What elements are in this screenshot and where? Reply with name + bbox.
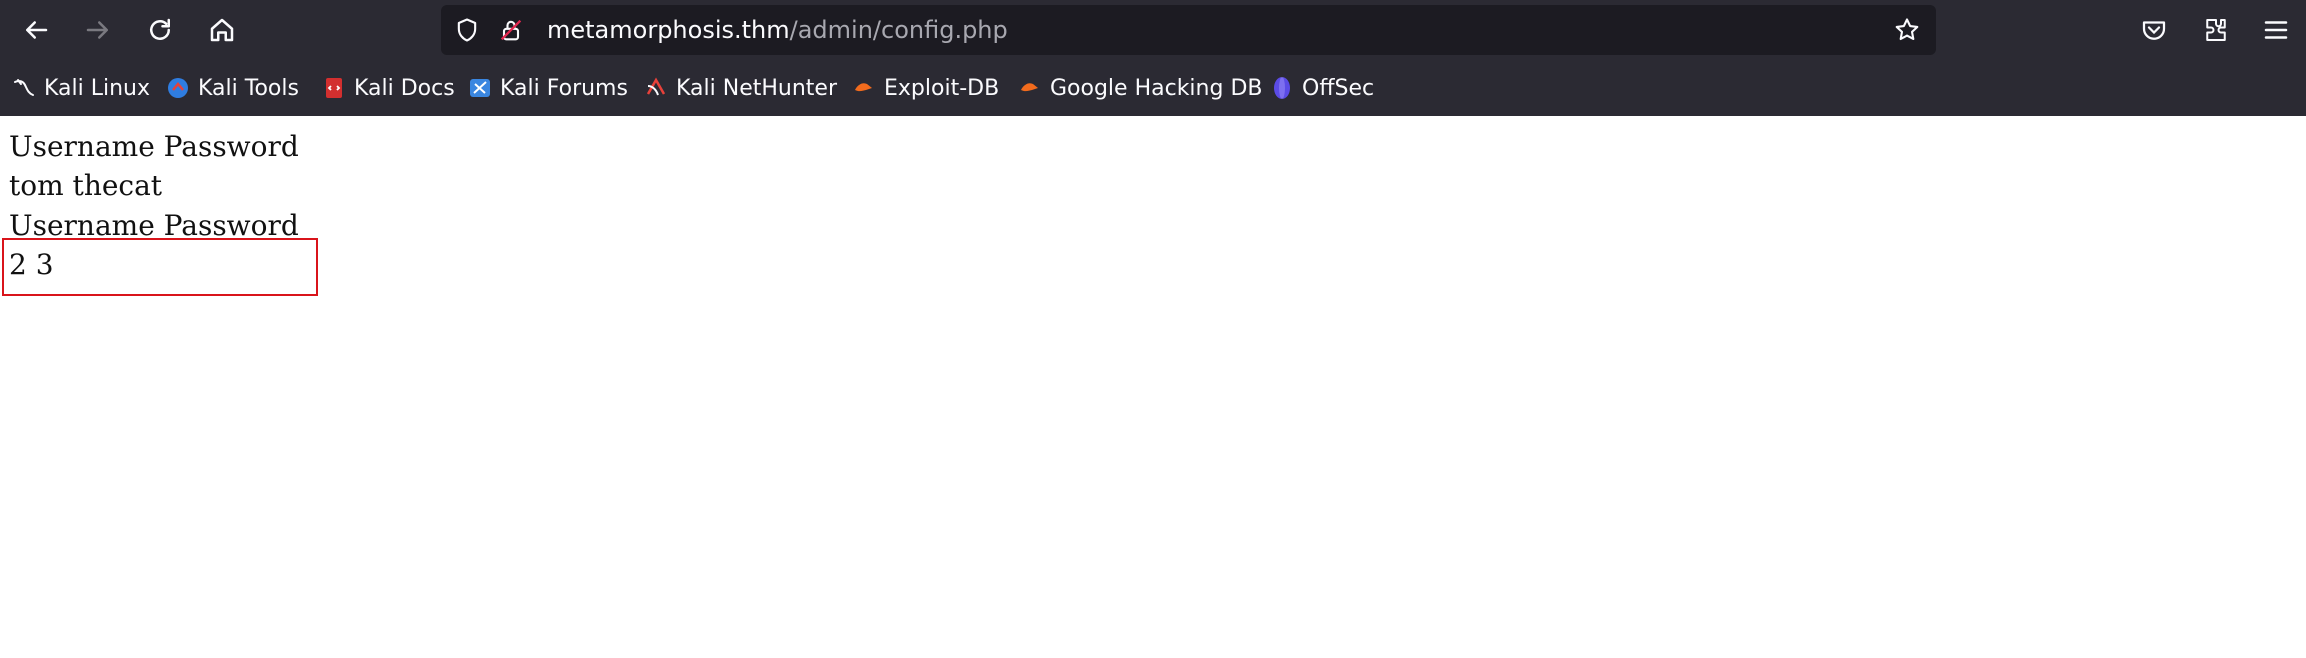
bookmark-label: Kali NetHunter — [676, 75, 837, 101]
back-button[interactable] — [16, 10, 56, 50]
exploit-db-icon — [855, 83, 872, 92]
bookmark-label: Kali Linux — [44, 75, 151, 101]
menu-icon — [2264, 21, 2288, 39]
url-path: /admin/config.php — [789, 16, 1008, 44]
ghdb-icon — [1021, 83, 1038, 92]
home-button[interactable] — [202, 10, 242, 50]
bookmark-label: Kali Forums — [500, 75, 628, 101]
bookmark-kali-linux[interactable]: Kali Linux — [12, 60, 150, 116]
bookmark-label: Kali Docs — [354, 75, 455, 101]
extensions-icon — [2206, 19, 2226, 41]
bookmarks-toolbar: Kali Linux Kali Tools Kali Docs Kali For… — [0, 60, 2306, 117]
reload-button[interactable] — [140, 10, 180, 50]
arrow-right-icon — [86, 21, 108, 39]
bookmark-label: Exploit-DB — [884, 75, 1000, 101]
annotation-highlight-box — [2, 238, 318, 296]
bookmark-label: OffSec — [1302, 75, 1375, 101]
bookmark-kali-nethunter[interactable]: Kali NetHunter — [644, 60, 837, 116]
kali-forums-icon — [470, 79, 490, 97]
app-menu-button[interactable] — [2258, 10, 2294, 50]
bookmark-offsec[interactable]: OffSec — [1270, 60, 1374, 116]
bookmark-kali-docs[interactable]: Kali Docs — [322, 60, 455, 116]
address-bar[interactable]: metamorphosis.thm/admin/config.php — [441, 5, 1936, 55]
arrow-left-icon — [26, 21, 48, 39]
page-content: Username Password tom thecat Username Pa… — [0, 116, 2306, 658]
kali-nethunter-icon — [646, 77, 666, 96]
offsec-icon — [1274, 77, 1290, 99]
page-line: tom thecat — [9, 169, 163, 202]
pocket-button[interactable] — [2134, 10, 2174, 50]
bookmark-label: Google Hacking DB — [1050, 75, 1263, 101]
reload-icon — [150, 18, 170, 40]
home-icon — [210, 18, 234, 42]
kali-tools-icon — [168, 78, 188, 98]
bookmark-label: Kali Tools — [198, 75, 299, 101]
kali-docs-icon — [326, 78, 342, 98]
shield-icon[interactable] — [453, 16, 481, 44]
url-host: metamorphosis.thm — [547, 16, 790, 44]
kali-dragon-icon — [14, 79, 34, 96]
forward-button[interactable] — [78, 10, 118, 50]
bookmark-star-icon[interactable] — [1893, 16, 1921, 44]
insecure-lock-icon[interactable] — [497, 16, 525, 44]
browser-toolbar: metamorphosis.thm/admin/config.php — [0, 0, 2306, 60]
bookmark-ghdb[interactable]: Google Hacking DB — [1018, 60, 1262, 116]
page-line: Username Password — [9, 130, 299, 163]
pocket-icon — [2142, 21, 2166, 40]
bookmark-kali-forums[interactable]: Kali Forums — [468, 60, 628, 116]
url-text[interactable]: metamorphosis.thm/admin/config.php — [547, 5, 1008, 55]
extensions-button[interactable] — [2196, 10, 2236, 50]
bookmark-exploit-db[interactable]: Exploit-DB — [852, 60, 999, 116]
bookmark-kali-tools[interactable]: Kali Tools — [166, 60, 299, 116]
